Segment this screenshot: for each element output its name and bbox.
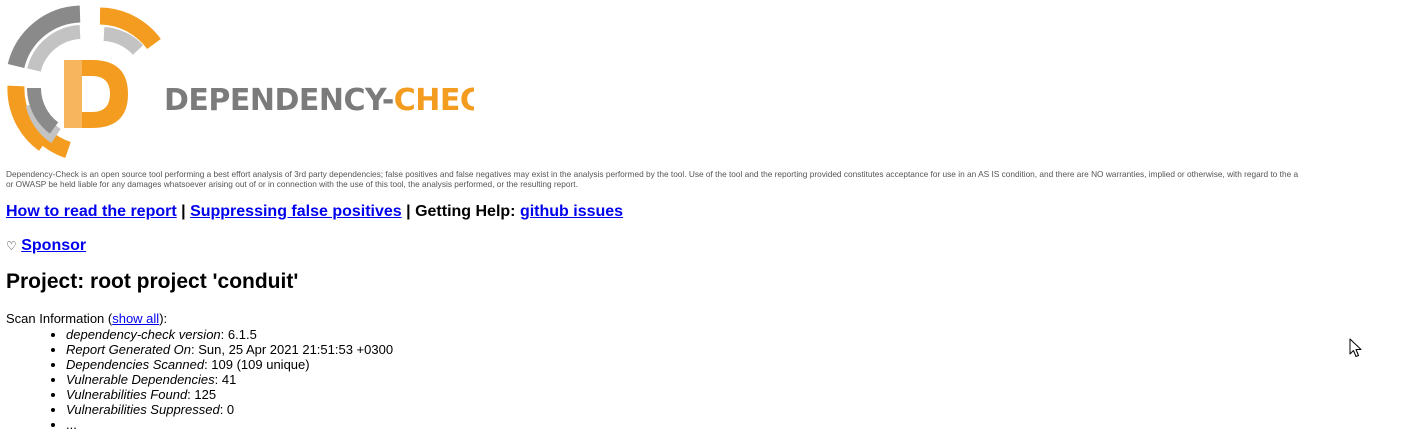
logo-text-left: DEPENDENCY- xyxy=(164,83,394,118)
scan-info-key: Dependencies Scanned xyxy=(66,357,205,372)
scan-info-value: : 41 xyxy=(214,372,237,387)
help-links: How to read the report | Suppressing fal… xyxy=(6,203,623,221)
link-separator: | xyxy=(401,203,416,220)
scan-info-key: Report Generated On xyxy=(66,342,192,357)
list-item: Report Generated On: Sun, 25 Apr 2021 21… xyxy=(66,342,393,357)
list-item: Dependencies Scanned: 109 (109 unique) xyxy=(66,357,393,372)
scan-info-label: Scan Information ( xyxy=(6,311,113,326)
github-issues-link[interactable]: github issues xyxy=(520,203,623,220)
disclaimer-line-1: Dependency-Check is an open source tool … xyxy=(6,169,1299,179)
sponsor-row: ♡ Sponsor xyxy=(6,237,86,255)
scan-info-label-end: ): xyxy=(159,311,168,326)
getting-help-label: Getting Help: xyxy=(415,203,520,220)
logo-d-letter xyxy=(64,60,128,128)
link-separator: | xyxy=(176,203,191,220)
scan-info-value: : Sun, 25 Apr 2021 21:51:53 +0300 xyxy=(191,342,394,357)
scan-info-value: : 125 xyxy=(187,387,217,402)
scan-info-list: dependency-check version: 6.1.5 Report G… xyxy=(26,327,393,432)
scan-info-value: : 109 (109 unique) xyxy=(204,357,310,372)
scan-information-header: Scan Information (show all): xyxy=(6,311,167,326)
scan-info-value: : 0 xyxy=(219,402,235,417)
heart-icon: ♡ xyxy=(6,239,17,253)
show-all-link[interactable]: show all xyxy=(112,311,159,326)
suppressing-false-positives-link[interactable]: Suppressing false positives xyxy=(190,203,402,220)
scan-info-key: dependency-check version xyxy=(66,327,221,342)
project-title: Project: root project 'conduit' xyxy=(6,270,299,293)
list-item: dependency-check version: 6.1.5 xyxy=(66,327,393,342)
mouse-cursor-icon xyxy=(1349,338,1362,357)
list-item: Vulnerabilities Suppressed: 0 xyxy=(66,402,393,417)
sponsor-link[interactable]: Sponsor xyxy=(21,237,86,254)
scan-info-key: Vulnerabilities Found xyxy=(66,387,188,402)
disclaimer-line-2: or OWASP be held liable for any damages … xyxy=(6,179,578,189)
report-page: DEPENDENCY-CHECK Dependency-Check is an … xyxy=(0,0,1405,434)
svg-text:DEPENDENCY-CHECK: DEPENDENCY-CHECK xyxy=(164,83,474,118)
how-to-read-link[interactable]: How to read the report xyxy=(6,203,177,220)
disclaimer: Dependency-Check is an open source tool … xyxy=(6,169,1405,189)
logo-text-right: CHECK xyxy=(394,83,474,118)
scan-info-key: Vulnerable Dependencies xyxy=(66,372,215,387)
scan-info-key: Vulnerabilities Suppressed xyxy=(66,402,220,417)
scan-info-value: ... xyxy=(66,417,77,432)
list-item: Vulnerable Dependencies: 41 xyxy=(66,372,393,387)
scan-info-value: : 6.1.5 xyxy=(220,327,257,342)
dependency-check-logo: DEPENDENCY-CHECK xyxy=(7,5,474,159)
list-item: ... xyxy=(66,417,393,432)
list-item: Vulnerabilities Found: 125 xyxy=(66,387,393,402)
